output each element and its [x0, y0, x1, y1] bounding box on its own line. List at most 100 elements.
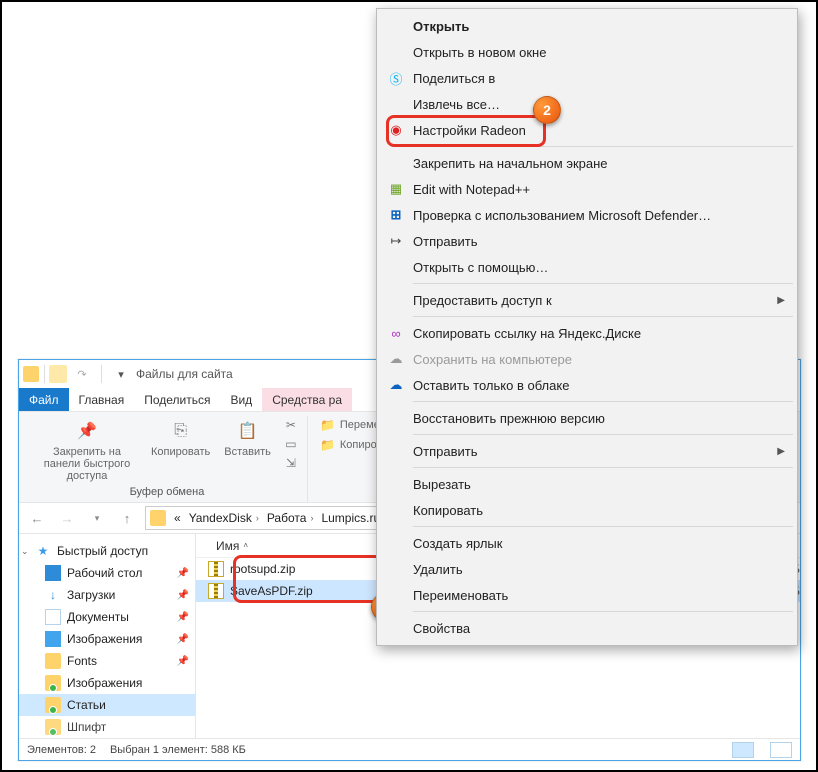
- copy-button[interactable]: ⎘ Копировать: [147, 416, 214, 484]
- pin-icon: 📌: [177, 656, 189, 667]
- ctx-open[interactable]: Открыть: [379, 13, 795, 39]
- cloud-check-icon: ☁: [387, 350, 405, 368]
- nav-font-cut[interactable]: Шпифт: [19, 716, 195, 738]
- nav-pictures2[interactable]: Изображения: [19, 672, 195, 694]
- ctx-separator: [413, 146, 793, 147]
- tab-share[interactable]: Поделиться: [134, 388, 220, 411]
- tab-view[interactable]: Вид: [220, 388, 262, 411]
- sync-badge-icon: [49, 728, 57, 736]
- ctx-defender-scan[interactable]: ⊞Проверка с использованием Microsoft Def…: [379, 202, 795, 228]
- app-icon: [23, 366, 39, 382]
- nav-articles[interactable]: Статьи: [19, 694, 195, 716]
- ctx-separator: [413, 467, 793, 468]
- ctx-copy[interactable]: Копировать: [379, 497, 795, 523]
- nav-downloads[interactable]: ↓Загрузки📌: [19, 584, 195, 606]
- folder-icon: [150, 510, 166, 526]
- ctx-separator: [413, 526, 793, 527]
- ctx-pin-start[interactable]: Закрепить на начальном экране: [379, 150, 795, 176]
- submenu-arrow-icon: ▶: [777, 446, 785, 457]
- pin-icon: 📌: [74, 418, 100, 444]
- ctx-separator: [413, 283, 793, 284]
- nav-pictures[interactable]: Изображения📌: [19, 628, 195, 650]
- copyto-icon: 📁: [320, 437, 336, 453]
- breadcrumb-rabota[interactable]: Работа›: [263, 511, 318, 525]
- ctx-delete[interactable]: Удалить: [379, 556, 795, 582]
- ctx-edit-notepadpp[interactable]: ▦Edit with Notepad++: [379, 176, 795, 202]
- nav-forward-button[interactable]: →: [55, 506, 79, 530]
- downloads-icon: ↓: [45, 587, 61, 603]
- ctx-separator: [413, 611, 793, 612]
- window-title: Файлы для сайта: [136, 367, 233, 381]
- nav-recent-button[interactable]: ▾: [85, 506, 109, 530]
- ctx-restore-version[interactable]: Восстановить прежнюю версию: [379, 405, 795, 431]
- submenu-arrow-icon: ▶: [777, 295, 785, 306]
- ctx-rename[interactable]: Переименовать: [379, 582, 795, 608]
- pin-icon: 📌: [177, 634, 189, 645]
- col-name[interactable]: Имя˄: [208, 539, 378, 553]
- nav-back-button[interactable]: ←: [25, 506, 49, 530]
- tab-file[interactable]: Файл: [19, 388, 69, 411]
- ctx-separator: [413, 401, 793, 402]
- file-name: rootsupd.zip: [230, 562, 380, 576]
- nav-desktop[interactable]: Рабочий стол📌: [19, 562, 195, 584]
- paste-shortcut-button[interactable]: ⇲: [281, 454, 301, 472]
- nav-up-button[interactable]: ↑: [115, 506, 139, 530]
- defender-icon: ⊞: [387, 206, 405, 224]
- cut-small-button[interactable]: ✂: [281, 416, 301, 434]
- path-icon: ▭: [283, 436, 299, 452]
- paste-icon: 📋: [235, 418, 261, 444]
- notepadpp-icon: ▦: [387, 180, 405, 198]
- scissors-icon: ✂: [283, 417, 299, 433]
- status-count: Элементов: 2: [27, 744, 96, 756]
- ctx-send-to[interactable]: Отправить▶: [379, 438, 795, 464]
- ctx-share-skype[interactable]: ⓈПоделиться в: [379, 65, 795, 91]
- context-menu: Открыть Открыть в новом окне ⓈПоделиться…: [376, 8, 798, 646]
- breadcrumb-chevron-left[interactable]: «: [170, 511, 185, 525]
- ctx-cloud-only[interactable]: ☁Оставить только в облаке: [379, 372, 795, 398]
- copy-path-button[interactable]: ▭: [281, 435, 301, 453]
- sync-badge-icon: [49, 684, 57, 692]
- move-icon: 📁: [320, 417, 336, 433]
- pin-icon: 📌: [177, 590, 189, 601]
- radeon-icon: ◉: [387, 121, 405, 139]
- breadcrumb-lumpics[interactable]: Lumpics.ru: [317, 511, 384, 525]
- ctx-share[interactable]: ↦Отправить: [379, 228, 795, 254]
- ctx-properties[interactable]: Свойства: [379, 615, 795, 641]
- ctx-radeon-settings[interactable]: ◉Настройки Radeon: [379, 117, 795, 143]
- ctx-save-pc: ☁Сохранить на компьютере: [379, 346, 795, 372]
- sync-badge-icon: [49, 706, 57, 714]
- zip-icon: [208, 561, 224, 577]
- breadcrumb-yandexdisk[interactable]: YandexDisk›: [185, 511, 263, 525]
- pin-icon: 📌: [177, 568, 189, 579]
- ctx-create-shortcut[interactable]: Создать ярлык: [379, 530, 795, 556]
- ctx-yadisk-copy-link[interactable]: ∞Скопировать ссылку на Яндекс.Диске: [379, 320, 795, 346]
- ctx-cut[interactable]: Вырезать: [379, 471, 795, 497]
- ctx-open-with[interactable]: Открыть с помощью…: [379, 254, 795, 280]
- cloud-icon: ☁: [387, 376, 405, 394]
- ctx-give-access[interactable]: Предоставить доступ к▶: [379, 287, 795, 313]
- pin-quick-access-button[interactable]: 📌 Закрепить на панели быстрого доступа: [33, 416, 141, 484]
- status-bar: Элементов: 2 Выбран 1 элемент: 588 КБ: [19, 738, 800, 760]
- paste-button[interactable]: 📋 Вставить: [220, 416, 275, 484]
- quick-undo-icon[interactable]: ↷: [73, 365, 91, 383]
- tab-tools[interactable]: Средства ра: [262, 388, 352, 411]
- tab-home[interactable]: Главная: [69, 388, 135, 411]
- documents-icon: [45, 609, 61, 625]
- view-large-button[interactable]: [770, 742, 792, 758]
- ctx-open-new-window[interactable]: Открыть в новом окне: [379, 39, 795, 65]
- copy-icon: ⎘: [168, 418, 194, 444]
- clipboard-group-label: Буфер обмена: [130, 484, 205, 500]
- share-icon: ↦: [387, 232, 405, 250]
- status-selection: Выбран 1 элемент: 588 КБ: [110, 744, 246, 756]
- quick-dropdown-icon[interactable]: ▾: [112, 365, 130, 383]
- ctx-extract-all[interactable]: Извлечь все…: [379, 91, 795, 117]
- view-details-button[interactable]: [732, 742, 754, 758]
- nav-fonts[interactable]: Fonts📌: [19, 650, 195, 672]
- quick-save-icon[interactable]: [49, 365, 67, 383]
- annotation-badge-2: 2: [533, 96, 561, 124]
- nav-documents[interactable]: Документы📌: [19, 606, 195, 628]
- pin-icon: 📌: [177, 612, 189, 623]
- nav-quick-access[interactable]: ⌄★Быстрый доступ: [19, 540, 195, 562]
- sort-indicator-icon: ˄: [243, 541, 248, 550]
- star-icon: ★: [35, 543, 51, 559]
